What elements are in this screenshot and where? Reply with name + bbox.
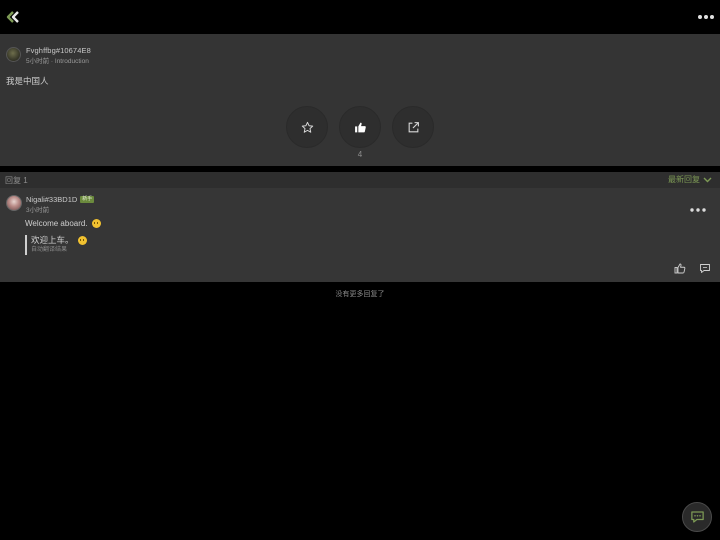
- post-body: 我是中国人: [6, 76, 49, 86]
- translation-block: 欢迎上车。 自动翻译结果: [25, 235, 87, 255]
- replies-header: 回复 1 最新回复: [0, 172, 720, 188]
- chevron-down-icon: [703, 177, 712, 182]
- star-icon: [301, 121, 313, 133]
- reply-comment-button[interactable]: [698, 262, 712, 274]
- chat-bubble-icon: [690, 511, 704, 523]
- thumbs-up-icon: [354, 122, 366, 132]
- like-count: 4: [357, 150, 363, 159]
- share-icon: [408, 121, 419, 132]
- post-author[interactable]: Fvghffbg#10674E8: [26, 46, 91, 55]
- top-bar: [0, 0, 720, 34]
- thumbs-up-icon: [674, 263, 686, 273]
- share-button[interactable]: [392, 106, 434, 148]
- back-button[interactable]: [4, 8, 22, 26]
- user-badge: 新手: [80, 196, 95, 203]
- reply-text: Welcome aboard.: [25, 219, 101, 228]
- sort-toggle[interactable]: 最新回复: [668, 174, 712, 185]
- reply-more-button[interactable]: [690, 206, 706, 214]
- comment-icon: [700, 263, 710, 273]
- reply-time: 3小时前: [26, 207, 50, 214]
- translated-text-content: 欢迎上车。: [31, 235, 74, 245]
- more-dots-icon: [698, 15, 714, 19]
- like-button[interactable]: [339, 106, 381, 148]
- avatar[interactable]: [6, 195, 22, 211]
- reply-card: Nigali#33BD1D 新手 3小时前 Welcome aboard. 欢迎…: [0, 188, 720, 282]
- replies-count: 回复 1: [5, 176, 28, 185]
- post-card: Fvghffbg#10674E8 5小时前 · Introduction 我是中…: [0, 34, 720, 166]
- sort-label: 最新回复: [668, 175, 700, 184]
- double-chevron-left-icon: [6, 11, 19, 23]
- more-dots-icon: [690, 208, 706, 212]
- translation-label: 自动翻译结果: [31, 247, 68, 253]
- more-options-button[interactable]: [696, 8, 716, 26]
- reply-text-content: Welcome aboard.: [25, 219, 88, 228]
- favorite-button[interactable]: [286, 106, 328, 148]
- no-more-replies: 没有更多回复了: [335, 291, 385, 298]
- reply-like-button[interactable]: [673, 262, 687, 274]
- smile-emoji-icon: [91, 219, 101, 228]
- avatar[interactable]: [6, 47, 21, 62]
- reply-author-row: Nigali#33BD1D 新手: [26, 195, 95, 204]
- reply-fab-button[interactable]: [682, 502, 712, 532]
- smile-emoji-icon: [77, 236, 87, 245]
- translated-text: 欢迎上车。: [31, 235, 87, 246]
- post-meta: 5小时前 · Introduction: [26, 58, 89, 65]
- reply-author[interactable]: Nigali#33BD1D: [26, 195, 77, 204]
